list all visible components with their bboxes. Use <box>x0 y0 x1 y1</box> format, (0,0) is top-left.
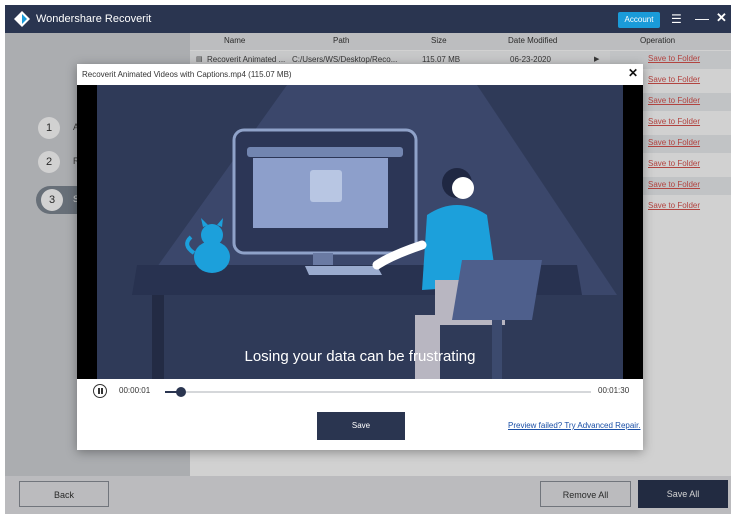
account-button[interactable]: Account <box>618 12 660 28</box>
app-title: Wondershare Recoverit <box>36 13 152 25</box>
pause-icon[interactable] <box>93 384 107 398</box>
save-button[interactable]: Save <box>317 412 405 440</box>
total-time: 00:01:30 <box>598 386 630 395</box>
advanced-repair-link[interactable]: Preview failed? Try Advanced Repair. <box>508 421 641 430</box>
close-window-icon[interactable]: ✕ <box>716 11 727 25</box>
seek-thumb[interactable] <box>176 387 186 397</box>
seek-bar[interactable] <box>165 387 591 397</box>
recoverit-logo-icon <box>14 11 30 27</box>
minimize-icon[interactable]: — <box>695 11 709 25</box>
video-frame <box>77 85 643 379</box>
preview-title: Recoverit Animated Videos with Captions.… <box>82 70 292 79</box>
video-player[interactable]: Losing your data can be frustrating <box>77 85 643 379</box>
title-bar: Wondershare Recoverit Account ☰ — ✕ <box>5 5 731 33</box>
menu-icon[interactable]: ☰ <box>671 13 682 25</box>
current-time: 00:00:01 <box>119 386 151 395</box>
preview-dialog: Recoverit Animated Videos with Captions.… <box>77 64 643 450</box>
video-caption: Losing your data can be frustrating <box>244 348 476 365</box>
player-controls: 00:00:01 00:01:30 <box>77 379 643 404</box>
close-icon[interactable]: ✕ <box>628 67 638 79</box>
